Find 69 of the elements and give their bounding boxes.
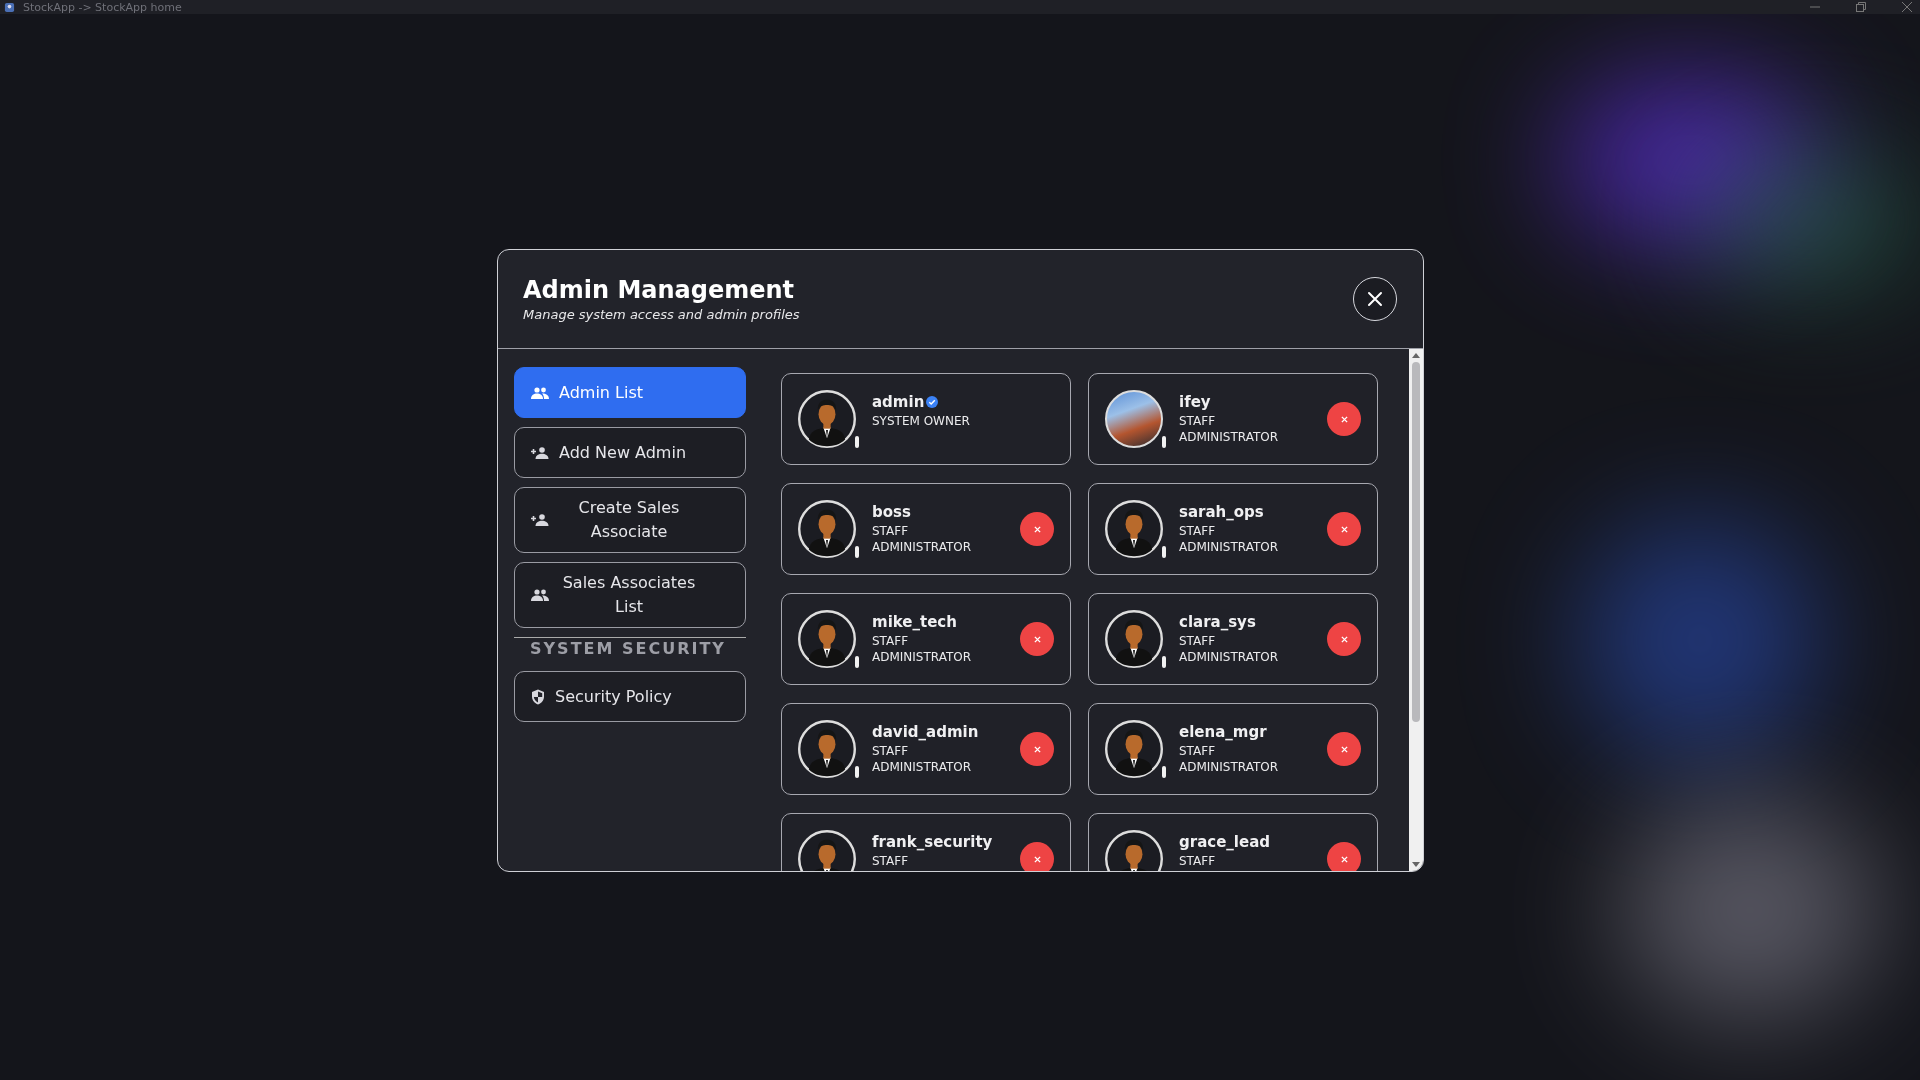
status-indicator xyxy=(1162,546,1166,558)
close-icon[interactable] xyxy=(1902,2,1912,12)
scroll-up-icon[interactable] xyxy=(1412,352,1420,358)
admin-role: STAFF ADMINISTRATOR xyxy=(1179,523,1280,556)
admin-name: david_admin xyxy=(872,723,979,741)
admin-name: mike_tech xyxy=(872,613,957,631)
app-icon xyxy=(4,1,15,13)
sidebar-item[interactable]: Sales Associates List xyxy=(514,562,746,628)
maximize-icon[interactable] xyxy=(1856,2,1866,12)
admin-role: STAFF ADMINISTRATOR xyxy=(872,633,973,666)
remove-button[interactable] xyxy=(1327,622,1361,656)
close-icon xyxy=(1033,635,1041,643)
scrollbar[interactable] xyxy=(1409,349,1423,871)
status-indicator xyxy=(1162,656,1166,668)
close-icon xyxy=(1340,745,1348,753)
status-indicator xyxy=(855,546,859,558)
remove-button[interactable] xyxy=(1020,622,1054,656)
admin-name: frank_security xyxy=(872,833,993,851)
remove-button[interactable] xyxy=(1327,402,1361,436)
admin-role: STAFF ADMINISTRATOR xyxy=(1179,743,1280,776)
close-icon xyxy=(1340,635,1348,643)
admin-role: STAFF ADMINISTRATOR xyxy=(1179,633,1280,666)
remove-button[interactable] xyxy=(1020,732,1054,766)
remove-button[interactable] xyxy=(1327,732,1361,766)
admin-name: boss xyxy=(872,503,911,521)
admin-name: ifey xyxy=(1179,393,1211,411)
dialog-subtitle: Manage system access and admin profiles xyxy=(523,307,800,322)
close-icon xyxy=(1367,291,1383,307)
close-icon xyxy=(1340,855,1348,863)
admin-name: elena_mgr xyxy=(1179,723,1267,741)
admin-role: STAFF xyxy=(1179,853,1217,870)
close-icon xyxy=(1340,415,1348,423)
people-icon xyxy=(531,589,549,601)
shield-icon xyxy=(531,688,545,705)
admin-name: clara_sys xyxy=(1179,613,1256,631)
remove-button[interactable] xyxy=(1020,842,1054,871)
admin-name: admin xyxy=(872,393,925,411)
close-button[interactable] xyxy=(1353,277,1397,321)
remove-button[interactable] xyxy=(1020,512,1054,546)
sidebar-item[interactable]: Add New Admin xyxy=(514,427,746,478)
close-icon xyxy=(1033,745,1041,753)
scroll-down-icon[interactable] xyxy=(1412,862,1420,868)
close-icon xyxy=(1340,525,1348,533)
window-title: StockApp -> StockApp home xyxy=(23,0,182,14)
close-icon xyxy=(1033,525,1041,533)
section-heading: SYSTEM SECURITY xyxy=(529,639,727,658)
admin-name: grace_lead xyxy=(1179,833,1270,851)
add-person-icon xyxy=(531,446,549,459)
status-indicator xyxy=(1162,766,1166,778)
admin-role: STAFF ADMINISTRATOR xyxy=(1179,413,1280,446)
sidebar-item[interactable]: Admin List xyxy=(514,367,746,418)
status-indicator xyxy=(855,436,859,448)
admin-name: sarah_ops xyxy=(1179,503,1264,521)
admin-role: STAFF ADMINISTRATOR xyxy=(872,523,973,556)
admin-role: STAFF ADMINISTRATOR xyxy=(872,743,973,776)
people-icon xyxy=(531,386,549,399)
status-indicator xyxy=(1162,436,1166,448)
sidebar-item[interactable]: Security Policy xyxy=(514,671,746,722)
close-icon xyxy=(1033,855,1041,863)
add-person-icon xyxy=(531,514,549,526)
status-indicator xyxy=(855,766,859,778)
admin-role: STAFF xyxy=(872,853,910,870)
remove-button[interactable] xyxy=(1327,842,1361,871)
admin-role: SYSTEM OWNER xyxy=(872,413,971,430)
dialog-title: Admin Management xyxy=(523,276,796,304)
remove-button[interactable] xyxy=(1327,512,1361,546)
status-indicator xyxy=(855,656,859,668)
sidebar-item[interactable]: Create Sales Associate xyxy=(514,487,746,553)
scrollbar-thumb[interactable] xyxy=(1412,362,1420,722)
